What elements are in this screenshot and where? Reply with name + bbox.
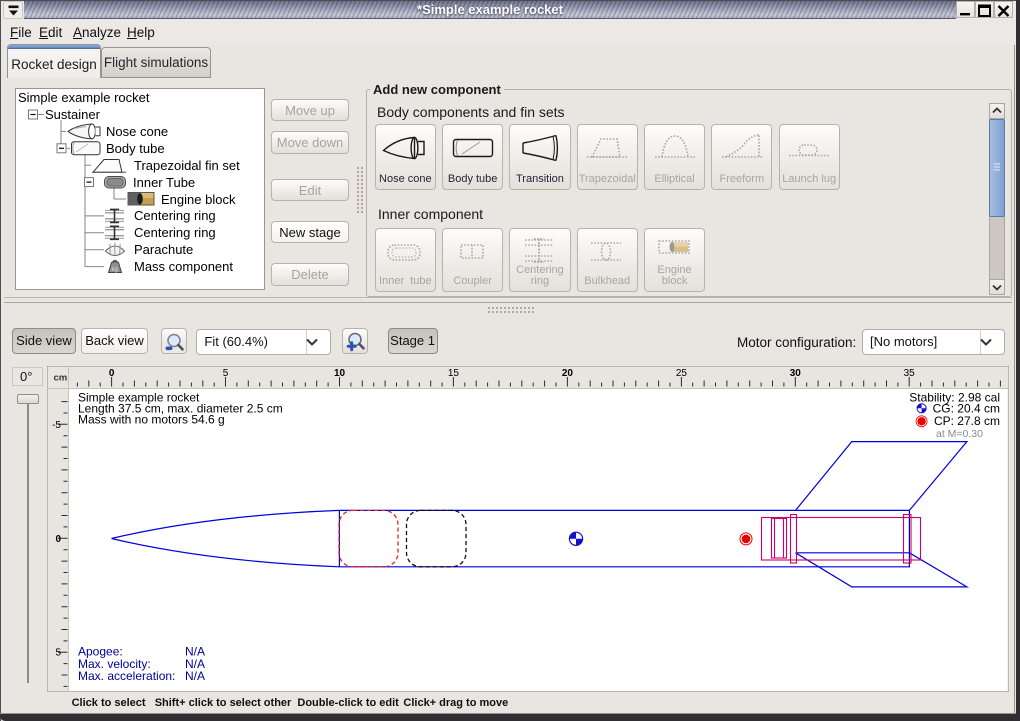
svg-text:CP: 27.8 cm: CP: 27.8 cm (934, 414, 1000, 428)
svg-text:10: 10 (334, 368, 346, 379)
svg-text:15: 15 (448, 368, 460, 379)
svg-text:5: 5 (55, 648, 61, 659)
svg-text:N/A: N/A (185, 669, 205, 683)
svg-text:35: 35 (904, 368, 916, 379)
svg-text:Max. acceleration:: Max. acceleration: (78, 669, 175, 683)
svg-text:Mass with no motors 54.6 g: Mass with no motors 54.6 g (78, 412, 225, 426)
svg-text:0: 0 (109, 368, 115, 379)
svg-text:0: 0 (55, 534, 61, 545)
svg-text:cm: cm (54, 373, 68, 384)
svg-text:20: 20 (562, 368, 574, 379)
svg-text:25: 25 (676, 368, 688, 379)
svg-text:at M=0.30: at M=0.30 (936, 428, 983, 440)
svg-text:5: 5 (223, 368, 229, 379)
svg-text:-5: -5 (52, 420, 61, 431)
svg-text:30: 30 (790, 368, 802, 379)
svg-text:kg: kg (112, 267, 118, 273)
